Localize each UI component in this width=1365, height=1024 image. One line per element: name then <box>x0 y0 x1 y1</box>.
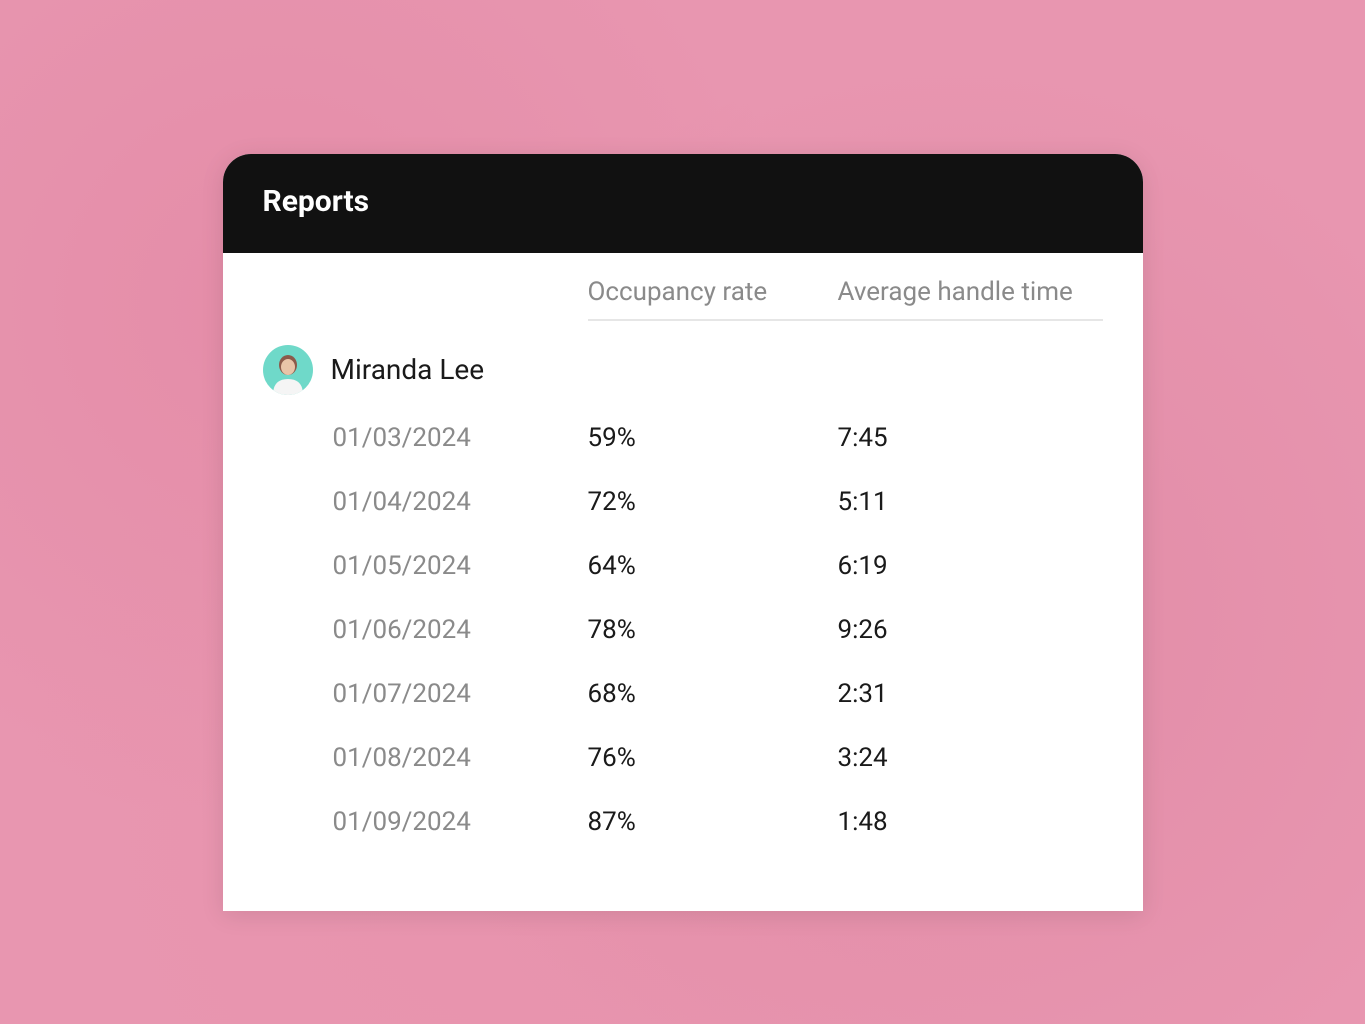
occupancy-cell: 59% <box>588 423 838 453</box>
table-row: 01/05/2024 64% 6:19 <box>333 551 1103 581</box>
card-title: Reports <box>263 184 1103 219</box>
occupancy-cell: 64% <box>588 551 838 581</box>
date-cell: 01/08/2024 <box>333 743 588 773</box>
card-header: Reports <box>223 154 1143 253</box>
date-cell: 01/09/2024 <box>333 807 588 837</box>
aht-cell: 9:26 <box>838 615 1103 645</box>
aht-cell: 3:24 <box>838 743 1103 773</box>
column-header-aht: Average handle time <box>838 277 1103 307</box>
aht-cell: 1:48 <box>838 807 1103 837</box>
avatar-person-icon <box>269 351 307 395</box>
table-row: 01/06/2024 78% 9:26 <box>333 615 1103 645</box>
column-header-occupancy: Occupancy rate <box>588 277 838 307</box>
table-row: 01/08/2024 76% 3:24 <box>333 743 1103 773</box>
table-row: 01/04/2024 72% 5:11 <box>333 487 1103 517</box>
agent-name: Miranda Lee <box>331 353 485 386</box>
occupancy-cell: 72% <box>588 487 838 517</box>
card-body: Occupancy rate Average handle time Miran… <box>223 253 1143 911</box>
columns-header: Occupancy rate Average handle time <box>588 277 1103 321</box>
aht-cell: 2:31 <box>838 679 1103 709</box>
aht-cell: 7:45 <box>838 423 1103 453</box>
aht-cell: 5:11 <box>838 487 1103 517</box>
date-cell: 01/03/2024 <box>333 423 588 453</box>
date-cell: 01/07/2024 <box>333 679 588 709</box>
occupancy-cell: 76% <box>588 743 838 773</box>
data-rows: 01/03/2024 59% 7:45 01/04/2024 72% 5:11 … <box>263 423 1103 837</box>
aht-cell: 6:19 <box>838 551 1103 581</box>
occupancy-cell: 78% <box>588 615 838 645</box>
table-row: 01/07/2024 68% 2:31 <box>333 679 1103 709</box>
date-cell: 01/05/2024 <box>333 551 588 581</box>
avatar <box>263 345 313 395</box>
date-cell: 01/04/2024 <box>333 487 588 517</box>
occupancy-cell: 68% <box>588 679 838 709</box>
reports-card: Reports Occupancy rate Average handle ti… <box>223 154 1143 911</box>
date-cell: 01/06/2024 <box>333 615 588 645</box>
agent-header-row: Miranda Lee <box>263 345 1103 395</box>
occupancy-cell: 87% <box>588 807 838 837</box>
table-row: 01/09/2024 87% 1:48 <box>333 807 1103 837</box>
table-row: 01/03/2024 59% 7:45 <box>333 423 1103 453</box>
